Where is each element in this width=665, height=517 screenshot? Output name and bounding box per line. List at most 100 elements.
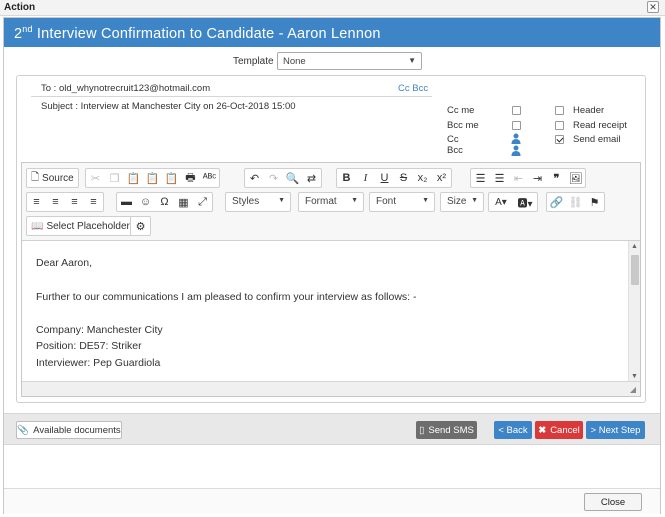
- body-interviewer: Interviewer: Pep Guardiola: [36, 357, 161, 369]
- subscript-icon[interactable]: x₂: [413, 169, 432, 187]
- header-label: Header: [573, 105, 605, 116]
- toolbar-group-align: ≡ ≡ ≡ ≡: [26, 192, 104, 212]
- maximize-icon[interactable]: ⤢: [193, 193, 212, 211]
- image-icon[interactable]: 🖼: [566, 169, 585, 187]
- toolbar-group-placeholder: 📖 Select Placeholder: [26, 216, 135, 236]
- cc-person-icon[interactable]: [511, 133, 521, 144]
- dialog-header: 2nd Interview Confirmation to Candidate …: [4, 18, 660, 47]
- cc-me-checkbox[interactable]: [512, 106, 521, 115]
- bcc-me-checkbox[interactable]: [512, 121, 521, 130]
- to-field[interactable]: To : old_whynotrecruit123@hotmail.com: [41, 83, 210, 94]
- spellcheck-icon[interactable]: ᴬᴮᶜ: [200, 169, 219, 187]
- scroll-down-icon[interactable]: ▼: [631, 373, 638, 380]
- select-placeholder-button[interactable]: 📖 Select Placeholder: [27, 217, 134, 235]
- paste-text-icon[interactable]: 📋: [143, 169, 162, 187]
- send-email-checkbox[interactable]: [555, 135, 564, 144]
- editor-scrollbar[interactable]: ▲ ▼: [628, 241, 640, 381]
- send-sms-button[interactable]: ▯ Send SMS: [416, 421, 477, 439]
- paste-word-icon[interactable]: 📋: [162, 169, 181, 187]
- format-dropdown[interactable]: Format ▼: [298, 192, 364, 212]
- redo-icon[interactable]: ↷: [264, 169, 283, 187]
- body-greeting: Dear Aaron,: [36, 257, 93, 269]
- align-right-icon[interactable]: ≡: [65, 193, 84, 211]
- send-email-label: Send email: [573, 134, 621, 145]
- header-checkbox[interactable]: [555, 106, 564, 115]
- dialog-footer: 📎 Available documents ▯ Send SMS < Back ✖ C…: [4, 413, 660, 445]
- justify-icon[interactable]: ≡: [84, 193, 103, 211]
- smiley-icon[interactable]: ☺: [136, 193, 155, 211]
- template-select-value: None: [283, 56, 306, 67]
- size-dropdown[interactable]: Size ▼: [440, 192, 484, 212]
- source-button[interactable]: 🗋 Source: [27, 169, 78, 187]
- body-position: Position: DE57: Striker: [36, 340, 142, 352]
- numbered-list-icon[interactable]: ☰: [471, 169, 490, 187]
- toolbar-group-edit: ↶ ↷ 🔍 ⇄: [244, 168, 322, 188]
- bcc-person-icon[interactable]: [511, 145, 521, 156]
- template-row: Template None ▼: [4, 52, 660, 72]
- settings-icon[interactable]: ⚙: [131, 217, 150, 235]
- available-documents-button[interactable]: 📎 Available documents: [16, 421, 122, 439]
- window-title: Action: [4, 2, 36, 13]
- toolbar-group-links: 🔗 ⛓ ⚑: [546, 192, 605, 212]
- editor-content[interactable]: Dear Aaron, Further to our communication…: [22, 241, 640, 381]
- close-button[interactable]: Close: [584, 493, 642, 511]
- template-select[interactable]: None ▼: [277, 52, 422, 70]
- scroll-thumb[interactable]: [631, 255, 639, 285]
- resize-grip-icon[interactable]: ◢: [630, 385, 636, 394]
- table-icon[interactable]: ▦: [174, 193, 193, 211]
- toolbar-group-format: B I U S x₂ x²: [336, 168, 452, 188]
- bold-icon[interactable]: B: [337, 169, 356, 187]
- next-step-button[interactable]: > Next Step: [586, 421, 645, 439]
- styles-dropdown[interactable]: Styles ▼: [225, 192, 291, 212]
- font-dropdown[interactable]: Font ▼: [369, 192, 435, 212]
- superscript-icon[interactable]: x²: [432, 169, 451, 187]
- align-center-icon[interactable]: ≡: [46, 193, 65, 211]
- underline-icon[interactable]: U: [375, 169, 394, 187]
- bulleted-list-icon[interactable]: ☰: [490, 169, 509, 187]
- replace-icon[interactable]: ⇄: [302, 169, 321, 187]
- indent-icon[interactable]: ⇥: [528, 169, 547, 187]
- link-icon[interactable]: 🔗: [547, 193, 566, 211]
- chevron-down-icon: ▼: [408, 56, 416, 65]
- scroll-up-icon[interactable]: ▲: [631, 243, 638, 250]
- subject-field[interactable]: Subject : Interview at Manchester City o…: [41, 101, 296, 112]
- toolbar-group-source: 🗋 Source: [26, 168, 79, 188]
- outdent-icon[interactable]: ⇤: [509, 169, 528, 187]
- rich-text-editor: 🗋 Source ✂ ❐ 📋 📋 📋 🖶 ᴬᴮᶜ ↶ ↷ 🔍 ⇄ B I U S…: [21, 162, 641, 397]
- template-label: Template: [233, 56, 274, 67]
- unlink-icon[interactable]: ⛓: [566, 193, 585, 211]
- chevron-down-icon: ▼: [278, 197, 285, 204]
- italic-icon[interactable]: I: [356, 169, 375, 187]
- text-color-icon[interactable]: A▾: [489, 193, 513, 211]
- cc-bcc-link[interactable]: Cc Bcc: [398, 83, 428, 94]
- read-receipt-checkbox[interactable]: [555, 121, 564, 130]
- copy-icon[interactable]: ❐: [105, 169, 124, 187]
- background-color-icon[interactable]: 🅰▾: [513, 193, 537, 211]
- cut-icon[interactable]: ✂: [86, 169, 105, 187]
- divider: [31, 96, 432, 97]
- toolbar-group-settings: ⚙: [130, 216, 151, 236]
- toolbar-group-clipboard: ✂ ❐ 📋 📋 📋 🖶 ᴬᴮᶜ: [85, 168, 220, 188]
- horizontal-rule-icon[interactable]: ▬: [117, 193, 136, 211]
- anchor-flag-icon[interactable]: ⚑: [585, 193, 604, 211]
- find-icon[interactable]: 🔍: [283, 169, 302, 187]
- paperclip-icon: 📎: [17, 424, 30, 436]
- paste-icon[interactable]: 📋: [124, 169, 143, 187]
- dialog-title: 2nd Interview Confirmation to Candidate …: [14, 24, 381, 42]
- chevron-down-icon: ▼: [422, 197, 429, 204]
- strikethrough-icon[interactable]: S: [394, 169, 413, 187]
- close-icon: ✖: [538, 424, 547, 436]
- cancel-button[interactable]: ✖ Cancel: [535, 421, 583, 439]
- window-close-icon[interactable]: ✕: [647, 1, 659, 13]
- body-company: Company: Manchester City: [36, 324, 163, 336]
- back-button[interactable]: < Back: [494, 421, 532, 439]
- dialog-bottom-bar: Close: [4, 488, 660, 514]
- editor-statusbar: ◢: [22, 381, 640, 396]
- special-char-icon[interactable]: Ω: [155, 193, 174, 211]
- undo-icon[interactable]: ↶: [245, 169, 264, 187]
- source-icon: 🗋: [31, 171, 40, 183]
- align-left-icon[interactable]: ≡: [27, 193, 46, 211]
- print-icon[interactable]: 🖶: [181, 169, 200, 187]
- blockquote-icon[interactable]: ❞: [547, 169, 566, 187]
- mobile-phone-icon: ▯: [419, 424, 425, 436]
